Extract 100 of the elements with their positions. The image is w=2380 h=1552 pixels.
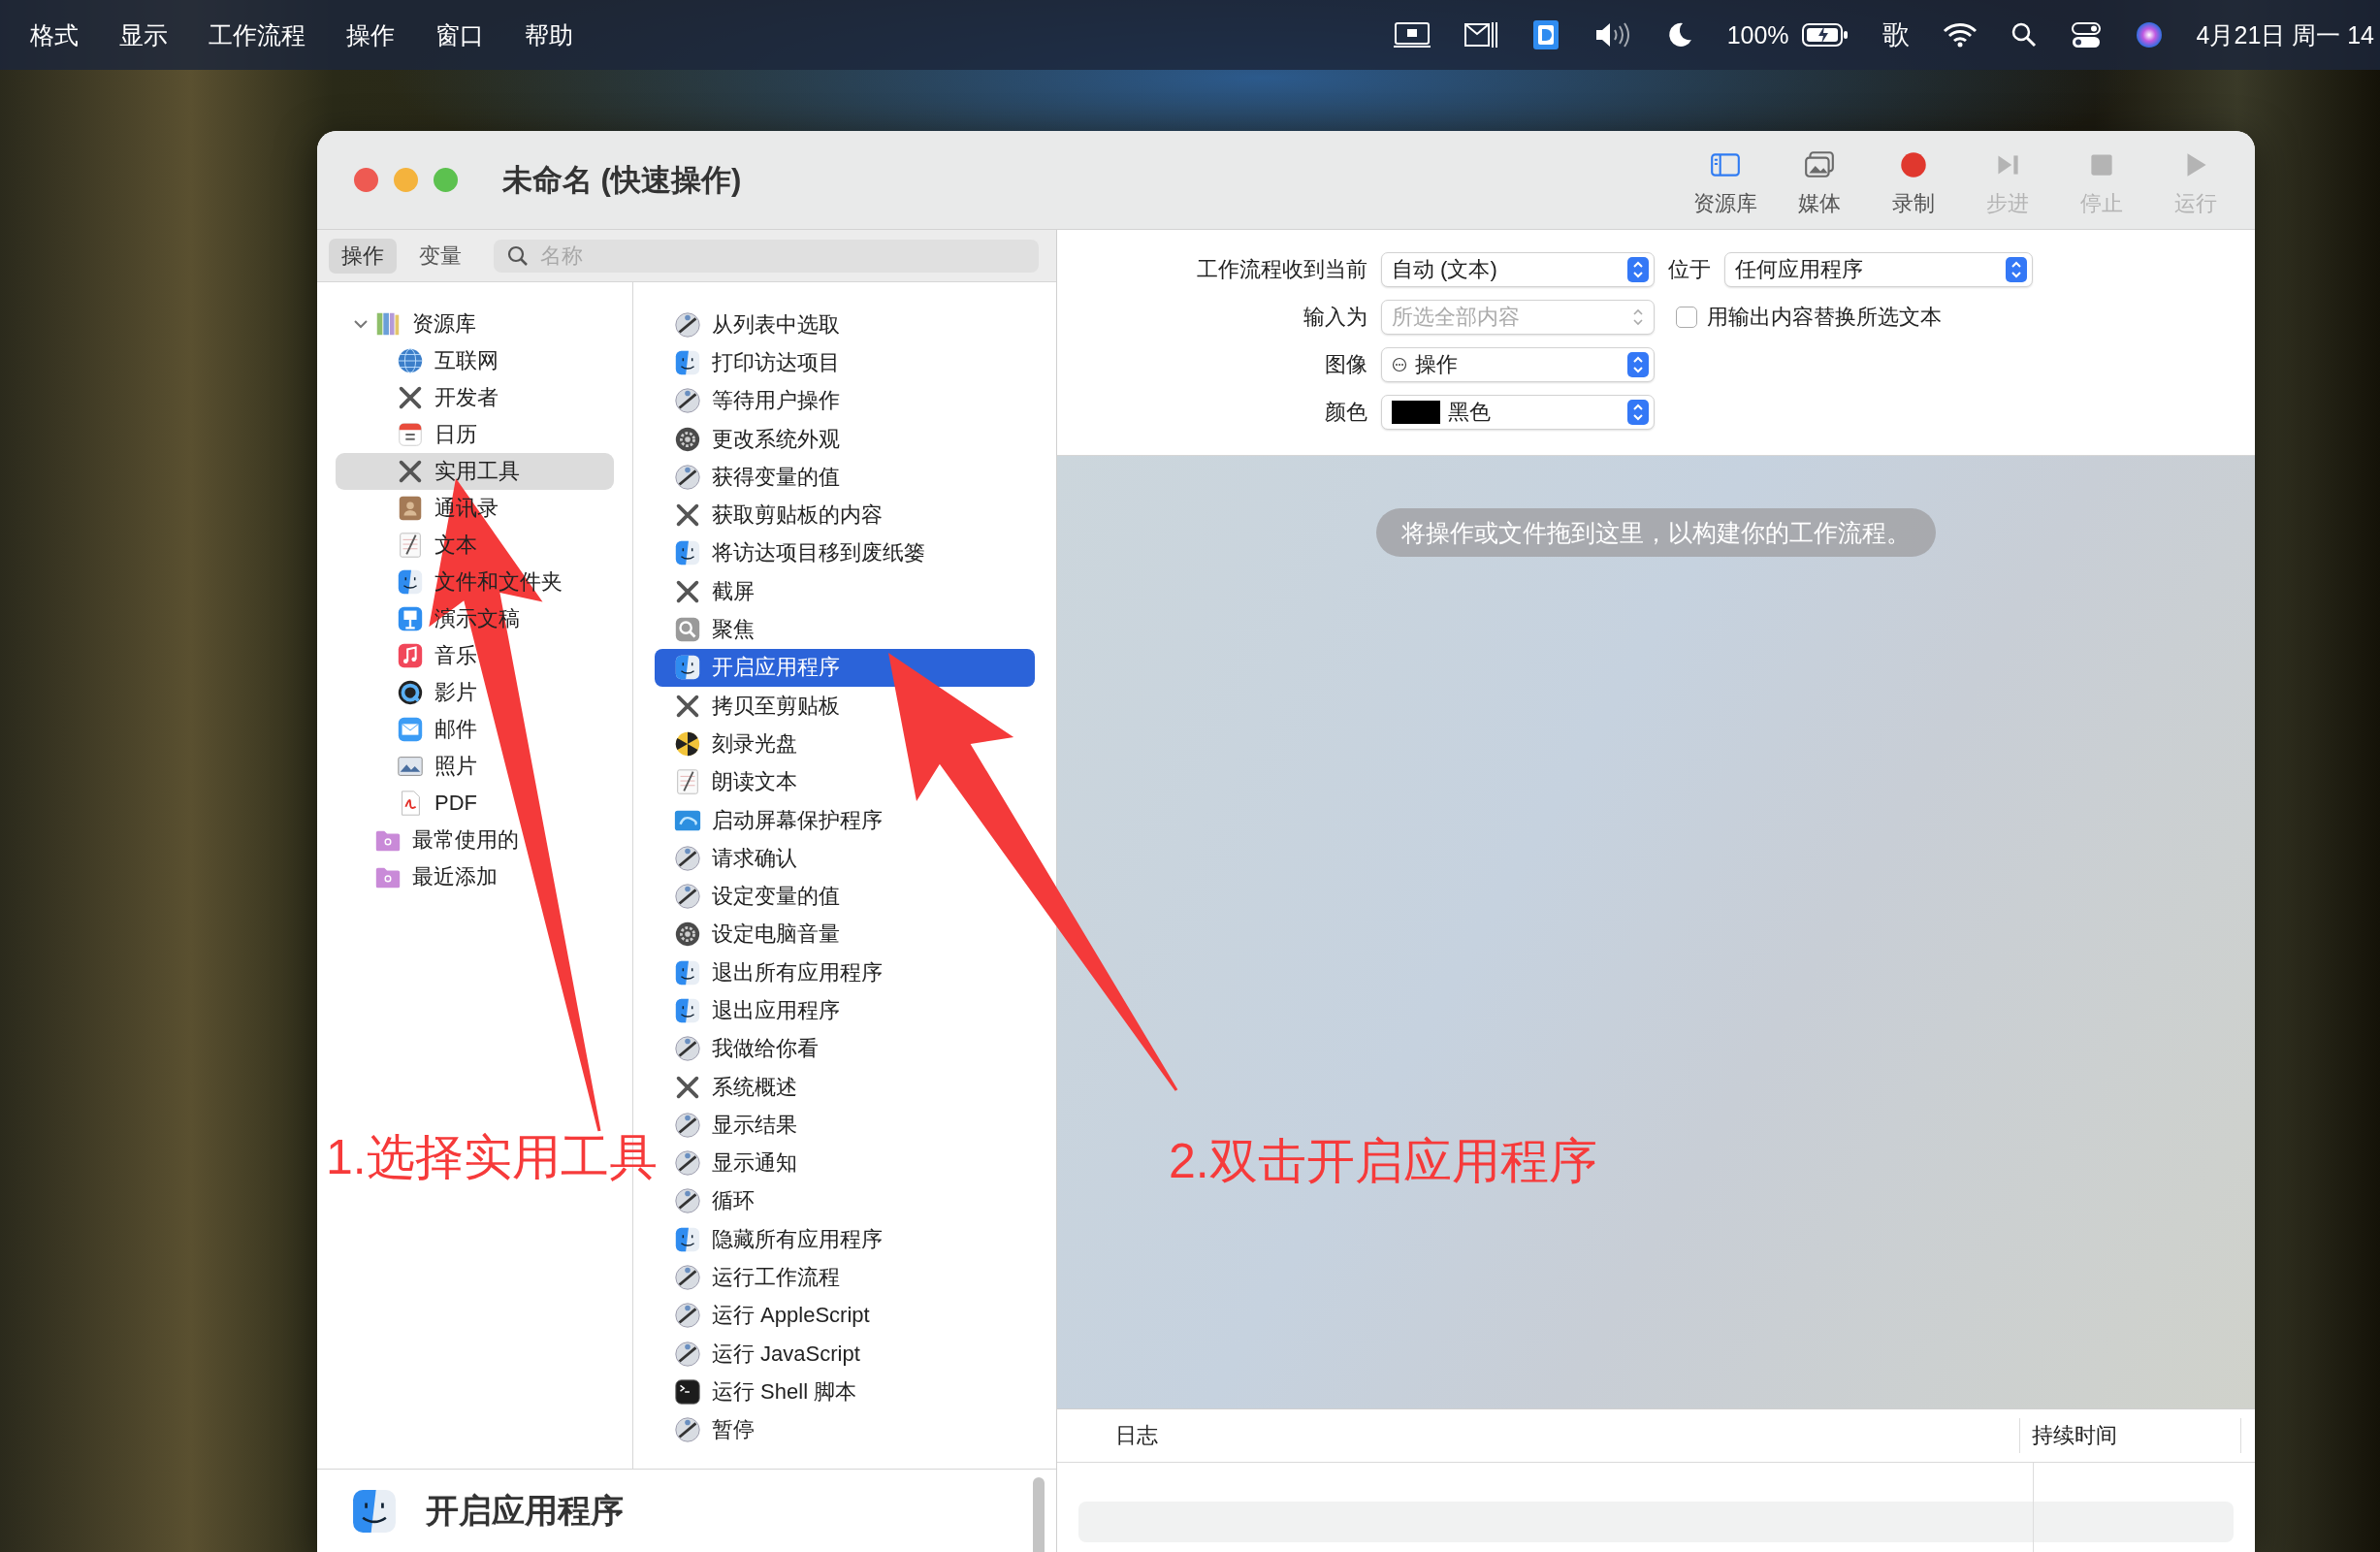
wand-icon: [673, 1339, 702, 1369]
action-item[interactable]: 拷贝至剪贴板: [655, 686, 1035, 726]
action-item[interactable]: 运行工作流程: [655, 1258, 1035, 1297]
sidebar-item[interactable]: 影片: [336, 674, 614, 711]
field-label: 输入为: [1303, 304, 1367, 331]
field-label: 工作流程收到当前: [1196, 256, 1367, 283]
scrollbar[interactable]: [1033, 1477, 1045, 1552]
podium-icon: [396, 604, 425, 633]
wand-icon: [673, 1148, 702, 1179]
menu-item[interactable]: 格式: [30, 18, 79, 51]
action-item[interactable]: 设定电脑音量: [655, 915, 1035, 954]
action-item[interactable]: 将访达项目移到废纸篓: [655, 534, 1035, 573]
tab[interactable]: 变量: [406, 238, 474, 274]
action-item[interactable]: 刻录光盘: [655, 725, 1035, 763]
sidebar-item[interactable]: PDF: [336, 785, 614, 822]
monitor-icon[interactable]: [1393, 20, 1431, 49]
action-item[interactable]: 打印访达项目: [655, 343, 1035, 382]
menu-item[interactable]: 窗口: [435, 18, 484, 51]
action-item[interactable]: 获取剪贴板的内容: [655, 496, 1035, 534]
envelope-icon[interactable]: [1463, 20, 1498, 49]
globe-icon: [396, 346, 425, 375]
action-title: 开启应用程序: [426, 1490, 624, 1531]
sidebar-item[interactable]: 音乐: [336, 637, 614, 674]
wand-icon: [673, 462, 702, 492]
document-icon[interactable]: [1530, 19, 1560, 50]
column-header[interactable]: 日志: [1057, 1421, 2019, 1450]
field-label: 图像: [1324, 351, 1367, 378]
search-field[interactable]: 名称: [494, 239, 1039, 273]
sidebar-item[interactable]: 日历: [336, 416, 614, 453]
menu-item[interactable]: 操作: [346, 18, 395, 51]
sidebar-item[interactable]: 最近添加: [336, 858, 614, 895]
envelope-icon: [396, 715, 425, 744]
action-item[interactable]: 朗读文本: [655, 762, 1035, 801]
action-item[interactable]: 退出应用程序: [655, 991, 1035, 1030]
menu-item[interactable]: 帮助: [525, 18, 573, 51]
dropdown[interactable]: 任何应用程序: [1724, 252, 2033, 287]
action-item[interactable]: 设定变量的值: [655, 877, 1035, 916]
ring-icon: [396, 678, 425, 707]
action-item[interactable]: 运行 AppleScript: [655, 1296, 1035, 1335]
action-item[interactable]: 截屏: [655, 572, 1035, 611]
ellipsis-circle-icon: [1392, 357, 1407, 372]
action-item[interactable]: 系统概述: [655, 1067, 1035, 1107]
action-item[interactable]: 聚焦: [655, 610, 1035, 649]
action-item[interactable]: 循环: [655, 1181, 1035, 1221]
tab[interactable]: 操作: [329, 238, 397, 274]
action-item[interactable]: 请求确认: [655, 839, 1035, 878]
dropdown[interactable]: 黑色: [1381, 395, 1655, 430]
annotation-text: 2.双击开启应用程序: [1169, 1133, 1597, 1190]
sidebar-item[interactable]: 最常使用的: [336, 822, 614, 858]
orb-icon[interactable]: [2134, 20, 2164, 49]
dropdown[interactable]: 自动 (文本): [1381, 252, 1655, 287]
stepper-icon: [1627, 257, 1649, 282]
wand-icon: [673, 882, 702, 912]
sidebar-item[interactable]: 实用工具: [336, 453, 614, 490]
field-label: 颜色: [1324, 399, 1367, 426]
toolbar-button[interactable]: 录制: [1877, 142, 1949, 218]
smile-icon: [396, 567, 425, 597]
smile-icon: [673, 996, 702, 1025]
wand-icon: [673, 843, 702, 873]
action-item[interactable]: 从列表中选取: [655, 306, 1035, 344]
column-header[interactable]: 持续时间: [2019, 1418, 2241, 1453]
stepper-icon: [1627, 352, 1649, 377]
battery-icon[interactable]: [1800, 21, 1849, 48]
toolbar-button[interactable]: 媒体: [1783, 142, 1855, 218]
action-item[interactable]: 退出所有应用程序: [655, 954, 1035, 992]
action-item[interactable]: 启动屏幕保护程序: [655, 800, 1035, 840]
action-item[interactable]: 更改系统外观: [655, 419, 1035, 459]
search-icon[interactable]: [2010, 21, 2038, 48]
window-title: 未命名 (快速操作): [502, 161, 742, 199]
dropdown[interactable]: 操作: [1381, 347, 1655, 382]
action-item[interactable]: 开启应用程序: [655, 648, 1035, 687]
action-item[interactable]: 显示结果: [655, 1106, 1035, 1145]
checkbox-label[interactable]: 用输出内容替换所选文本: [1707, 303, 1942, 332]
checkbox[interactable]: [1676, 307, 1697, 328]
annotation-text: 1.选择实用工具: [326, 1129, 658, 1186]
action-item[interactable]: 获得变量的值: [655, 458, 1035, 497]
battery-percentage: 100%: [1726, 20, 1789, 49]
sidebar-item[interactable]: 互联网: [336, 342, 614, 379]
calendar-icon: [396, 420, 425, 449]
clock-text[interactable]: 4月21日 周一 14: [2196, 18, 2374, 51]
toolbar-button[interactable]: 资源库: [1689, 142, 1761, 218]
search-icon: [673, 615, 702, 644]
menu-item[interactable]: 显示: [119, 18, 168, 51]
action-item[interactable]: 运行 JavaScript: [655, 1335, 1035, 1374]
terminal-icon: [673, 1376, 702, 1406]
close-button[interactable]: [354, 168, 378, 192]
action-item[interactable]: 等待用户操作: [655, 381, 1035, 420]
action-item[interactable]: 显示通知: [655, 1144, 1035, 1182]
wifi-icon[interactable]: [1942, 21, 1978, 48]
sidebar-item[interactable]: 开发者: [336, 379, 614, 416]
action-item[interactable]: 运行 Shell 脚本: [655, 1373, 1035, 1411]
action-item[interactable]: 暂停: [655, 1410, 1035, 1449]
input-method-indicator[interactable]: 歌: [1881, 16, 1910, 53]
action-item[interactable]: 隐藏所有应用程序: [655, 1220, 1035, 1259]
control-center-icon[interactable]: [2070, 20, 2102, 49]
menu-item[interactable]: 工作流程: [209, 18, 306, 51]
sidebar-item[interactable]: 照片: [336, 748, 614, 785]
sidebar-item[interactable]: 邮件: [336, 711, 614, 748]
action-item[interactable]: 我做给你看: [655, 1029, 1035, 1068]
sidebar-item[interactable]: 资源库: [336, 306, 614, 342]
